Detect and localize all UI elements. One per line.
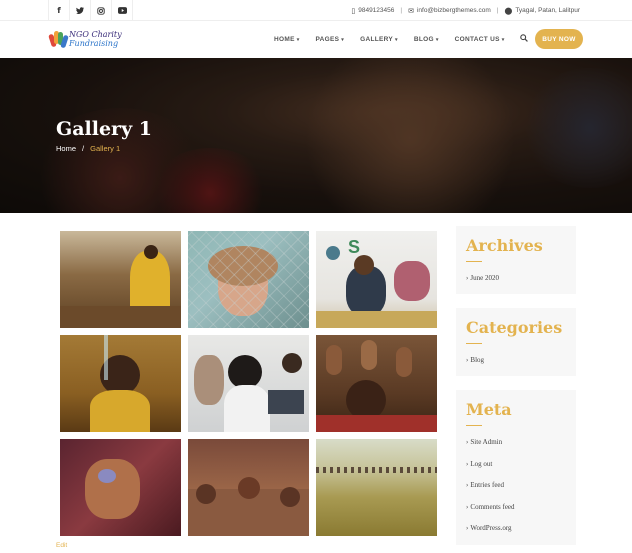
chevron-right-icon: › — [466, 275, 469, 282]
meta-link[interactable]: › Site Admin — [466, 438, 502, 446]
site-header: NGO Charity Fundraising HOME ▾ PAGES ▾ GAL… — [0, 21, 632, 58]
logo-line-2: Fundraising — [69, 39, 119, 48]
nav-home[interactable]: HOME ▾ — [274, 36, 300, 43]
breadcrumb-home[interactable]: Home — [56, 144, 76, 153]
location-icon: ⬤ — [504, 6, 513, 15]
gallery-item[interactable]: S — [316, 231, 437, 328]
meta-link[interactable]: › Entries feed — [466, 481, 504, 489]
chevron-down-icon: ▾ — [296, 36, 300, 43]
meta-link[interactable]: › Log out — [466, 460, 492, 468]
contact-info: ▯ 9849123456 | ✉ info@bizbergthemes.com … — [351, 0, 580, 21]
chevron-down-icon: ▾ — [501, 36, 505, 43]
nav-gallery[interactable]: GALLERY ▾ — [360, 36, 398, 43]
site-logo[interactable]: NGO Charity Fundraising — [48, 29, 122, 49]
breadcrumb: Home / Gallery 1 — [56, 144, 120, 153]
gallery-item[interactable] — [60, 231, 181, 328]
chevron-right-icon: › — [466, 357, 469, 364]
gallery-item[interactable] — [188, 231, 309, 328]
meta-link[interactable]: › Comments feed — [466, 503, 515, 511]
phone-icon: ▯ — [351, 6, 356, 15]
separator: | — [400, 7, 403, 14]
chevron-down-icon: ▾ — [341, 36, 345, 43]
nav-pages[interactable]: PAGES ▾ — [316, 36, 345, 43]
chevron-right-icon: › — [466, 482, 469, 489]
search-icon[interactable] — [520, 34, 528, 44]
chevron-right-icon: › — [466, 461, 469, 468]
twitter-icon[interactable] — [70, 0, 91, 21]
contact-address: Tyagal, Patan, Lalitpur — [515, 7, 580, 14]
contact-email[interactable]: info@bizbergthemes.com — [417, 7, 491, 14]
page-hero: Gallery 1 Home / Gallery 1 — [0, 58, 632, 213]
chevron-down-icon: ▾ — [395, 36, 398, 43]
hands-logo-icon — [48, 29, 69, 49]
gallery-item[interactable] — [316, 335, 437, 432]
gallery-item[interactable] — [60, 439, 181, 536]
divider — [466, 425, 482, 426]
categories-widget: Categories › Blog — [456, 308, 576, 376]
top-bar: f ▯ 9849123456 | ✉ info@bizbergthemes.co… — [0, 0, 632, 21]
breadcrumb-current: Gallery 1 — [90, 144, 121, 153]
category-link[interactable]: › Blog — [466, 356, 484, 364]
separator: | — [496, 7, 499, 14]
archives-title: Archives — [466, 236, 543, 255]
gallery-item[interactable] — [188, 439, 309, 536]
chevron-right-icon: › — [466, 525, 469, 532]
meta-link[interactable]: › WordPress.org — [466, 524, 512, 532]
gallery-grid: S — [60, 231, 438, 537]
gallery-item[interactable] — [316, 439, 437, 536]
breadcrumb-separator: / — [82, 144, 85, 153]
social-links: f — [48, 0, 133, 21]
gallery-item[interactable] — [188, 335, 309, 432]
youtube-icon[interactable] — [112, 0, 133, 21]
meta-widget: Meta › Site Admin › Log out › Entries fe… — [456, 390, 576, 545]
chevron-down-icon: ▾ — [435, 36, 439, 43]
email-icon: ✉ — [408, 6, 414, 15]
contact-phone[interactable]: 9849123456 — [358, 7, 394, 14]
facebook-icon[interactable]: f — [49, 0, 70, 21]
instagram-icon[interactable] — [91, 0, 112, 21]
archive-link[interactable]: › June 2020 — [466, 274, 499, 282]
edit-link[interactable]: Edit — [56, 542, 67, 549]
meta-title: Meta — [466, 400, 512, 419]
gallery-item[interactable] — [60, 335, 181, 432]
nav-blog[interactable]: BLOG ▾ — [414, 36, 439, 43]
divider — [466, 343, 482, 344]
chevron-right-icon: › — [466, 439, 469, 446]
nav-contact[interactable]: CONTACT US ▾ — [455, 36, 505, 43]
chevron-right-icon: › — [466, 504, 469, 511]
main-nav: HOME ▾ PAGES ▾ GALLERY ▾ BLOG ▾ CONTACT US ▾ — [274, 21, 521, 58]
archives-widget: Archives › June 2020 — [456, 226, 576, 294]
logo-line-1: NGO Charity — [69, 30, 122, 39]
divider — [466, 261, 482, 262]
categories-title: Categories — [466, 318, 563, 337]
buy-now-button[interactable]: BUY NOW — [535, 29, 583, 49]
page-title: Gallery 1 — [56, 118, 152, 140]
